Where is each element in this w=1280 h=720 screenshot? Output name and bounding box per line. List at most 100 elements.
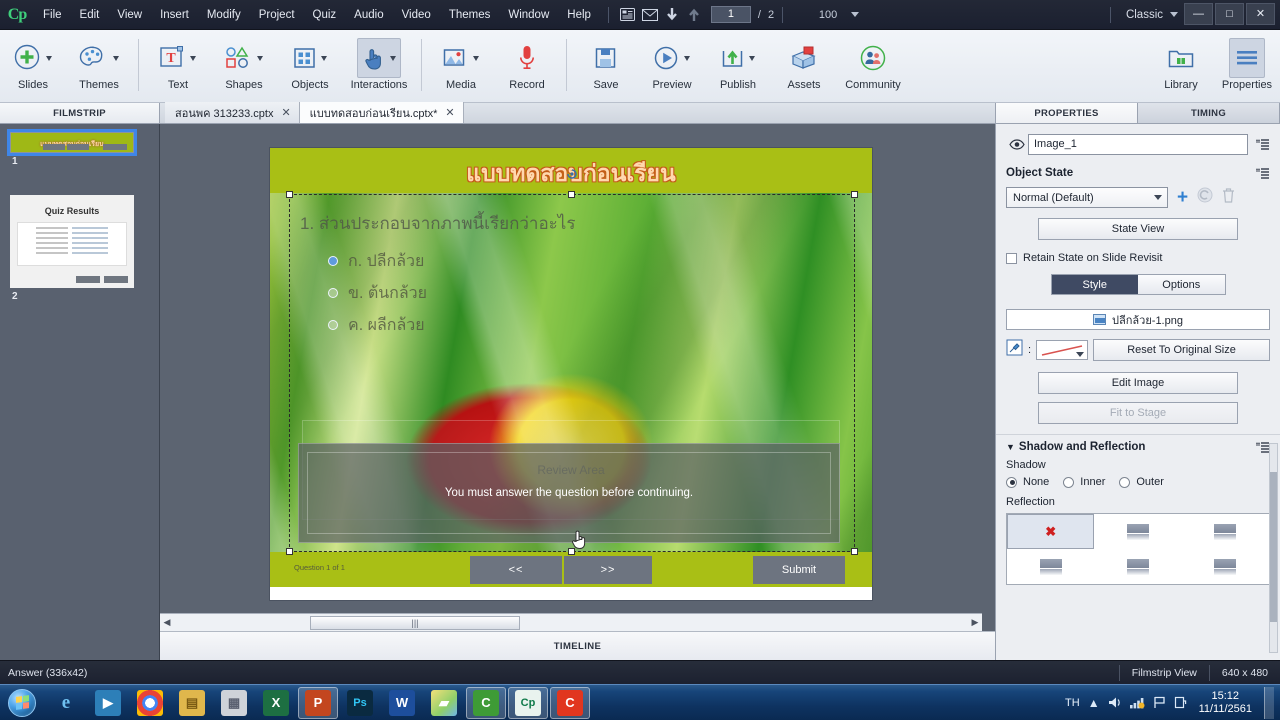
menu-themes[interactable]: Themes [440, 0, 500, 30]
toolbar-button-community[interactable]: Community [837, 33, 909, 91]
toolbar-button-record[interactable]: Record [494, 33, 560, 91]
retain-state-checkbox[interactable] [1006, 252, 1017, 264]
menu-insert[interactable]: Insert [151, 0, 198, 30]
toolbar-button-save[interactable]: Save [573, 33, 639, 91]
tab-timing[interactable]: TIMING [1138, 103, 1280, 123]
menu-edit[interactable]: Edit [71, 0, 109, 30]
selection-bounding-box[interactable] [286, 169, 858, 555]
toolbar-button-slides[interactable]: Slides [0, 33, 66, 91]
close-icon-tab-2[interactable]: ✕ [445, 106, 454, 119]
taskbar-item-camtasia-studio[interactable]: C [550, 686, 590, 719]
slide-thumbnail-1[interactable]: แบบทดสอบก่อนเรียน [7, 129, 137, 156]
toolbar-button-publish[interactable]: Publish [705, 33, 771, 91]
scroll-left-arrow-icon[interactable]: ◀ [160, 617, 174, 628]
show-hidden-icons-icon[interactable]: ▲ [1088, 696, 1100, 710]
reflection-preset-4[interactable] [1007, 549, 1094, 584]
canvas-hscroll-track[interactable]: ||| [174, 615, 968, 631]
properties-vertical-scroll-thumb[interactable] [1270, 472, 1277, 622]
eyedropper-icon[interactable] [1006, 339, 1023, 361]
menu-modify[interactable]: Modify [198, 0, 250, 30]
menu-video[interactable]: Video [393, 0, 440, 30]
resize-handle-bottom-left[interactable] [286, 548, 293, 555]
object-name-input[interactable]: Image_1 [1028, 134, 1248, 155]
chevron-down-icon-objects[interactable] [321, 55, 327, 61]
menu-window[interactable]: Window [499, 0, 558, 30]
edit-image-button[interactable]: Edit Image [1038, 372, 1238, 394]
zoom-control[interactable]: 100 [805, 9, 860, 21]
document-tab-1[interactable]: สอนพค 313233.cptx ✕ [165, 102, 300, 123]
chevron-down-icon-interactions[interactable] [390, 55, 396, 61]
taskbar-clock[interactable]: 15:12 11/11/2561 [1195, 690, 1256, 716]
shadow-radio-inner[interactable] [1063, 476, 1075, 488]
toolbar-button-shapes[interactable]: Shapes [211, 33, 277, 91]
download-icon[interactable] [661, 4, 683, 26]
toolbar-button-text[interactable]: T Text [145, 33, 211, 91]
taskbar-item-captivate[interactable]: Cp [508, 686, 548, 719]
toolbar-button-library[interactable]: Library [1148, 33, 1214, 91]
menu-project[interactable]: Project [250, 0, 304, 30]
reflection-preset-5[interactable] [1094, 549, 1181, 584]
taskbar-item-internet-explorer[interactable]: e [46, 687, 86, 719]
back-button[interactable]: << [470, 556, 562, 584]
timeline-panel-header[interactable]: TIMELINE [160, 631, 995, 660]
chevron-down-icon-preview[interactable] [684, 55, 690, 61]
rotate-handle-icon[interactable] [566, 168, 578, 180]
close-button[interactable]: ✕ [1246, 2, 1275, 25]
reset-to-original-size-button[interactable]: Reset To Original Size [1093, 339, 1270, 361]
document-tab-2[interactable]: แบบทดสอบก่อนเรียน.cptx* ✕ [299, 102, 464, 123]
resize-handle-top-right[interactable] [851, 191, 858, 198]
upload-icon[interactable] [683, 4, 705, 26]
flag-action-center-icon[interactable] [1153, 696, 1166, 709]
taskbar-item-calculator[interactable]: ▦ [214, 687, 254, 719]
slide-stage[interactable]: แบบทดสอบก่อนเรียน 1. ส่วนประกอบจากภาพนี้… [270, 148, 872, 600]
slide-thumbnail-2[interactable]: Quiz Results [10, 195, 134, 288]
workspace-label[interactable]: Classic [1126, 9, 1163, 21]
menu-help[interactable]: Help [558, 0, 600, 30]
canvas-horizontal-scroll-thumb[interactable]: ||| [310, 615, 520, 630]
reflection-preset-none[interactable]: ✖ [1007, 514, 1095, 549]
taskbar-item-google-chrome[interactable]: ◉ [130, 687, 170, 719]
chevron-down-icon-text[interactable] [190, 55, 196, 61]
toolbar-button-preview[interactable]: Preview [639, 33, 705, 91]
shadow-radio-none[interactable] [1006, 476, 1017, 488]
resize-handle-top-left[interactable] [286, 191, 293, 198]
stroke-style-swatch[interactable] [1036, 340, 1089, 360]
taskbar-item-file-explorer[interactable]: ▤ [172, 687, 212, 719]
style-options-segmented-control[interactable]: Style Options [1050, 274, 1226, 295]
submit-button[interactable]: Submit [753, 556, 845, 584]
language-indicator[interactable]: TH [1065, 697, 1080, 709]
workspace-selector[interactable]: Classic [1102, 6, 1184, 23]
shadow-reflection-header[interactable]: ▼ Shadow and Reflection [996, 441, 1280, 453]
email-icon[interactable] [639, 4, 661, 26]
shadow-reflection-options-menu-icon[interactable] [1248, 441, 1270, 453]
forward-button[interactable]: >> [564, 556, 652, 584]
taskbar-item-photoshop[interactable]: Ps [340, 687, 380, 719]
chevron-down-icon-publish[interactable] [749, 55, 755, 61]
panel-options-menu-icon[interactable] [1248, 139, 1270, 150]
object-state-options-menu-icon[interactable] [1248, 167, 1270, 179]
menu-audio[interactable]: Audio [345, 0, 392, 30]
menu-file[interactable]: File [34, 0, 71, 30]
reflection-preset-3[interactable] [1182, 514, 1269, 549]
style-tab[interactable]: Style [1051, 275, 1138, 294]
close-icon-tab-1[interactable]: ✕ [281, 106, 290, 119]
taskbar-item-word[interactable]: W [382, 687, 422, 719]
toolbar-button-objects[interactable]: Objects [277, 33, 343, 91]
slide-number-input[interactable]: 1 [710, 6, 751, 23]
view-mode-label[interactable]: Filmstrip View [1118, 664, 1209, 681]
chevron-down-icon-media[interactable] [473, 55, 479, 61]
minimize-button[interactable]: — [1184, 2, 1213, 25]
resize-handle-bottom-right[interactable] [851, 548, 858, 555]
start-button[interactable] [0, 686, 44, 720]
network-icon[interactable] [1129, 696, 1145, 709]
chevron-down-icon-shapes[interactable] [257, 55, 263, 61]
taskbar-item-excel[interactable]: X [256, 687, 296, 719]
volume-icon[interactable] [1108, 696, 1122, 709]
filmstrip-panel-header[interactable]: FILMSTRIP [0, 103, 160, 124]
toolbar-button-assets[interactable]: Assets [771, 33, 837, 91]
tab-properties[interactable]: PROPERTIES [996, 103, 1138, 123]
branching-view-icon[interactable] [617, 4, 639, 26]
toolbar-button-properties[interactable]: Properties [1214, 33, 1280, 91]
reflection-preset-6[interactable] [1182, 549, 1269, 584]
maximize-button[interactable]: □ [1215, 2, 1244, 25]
